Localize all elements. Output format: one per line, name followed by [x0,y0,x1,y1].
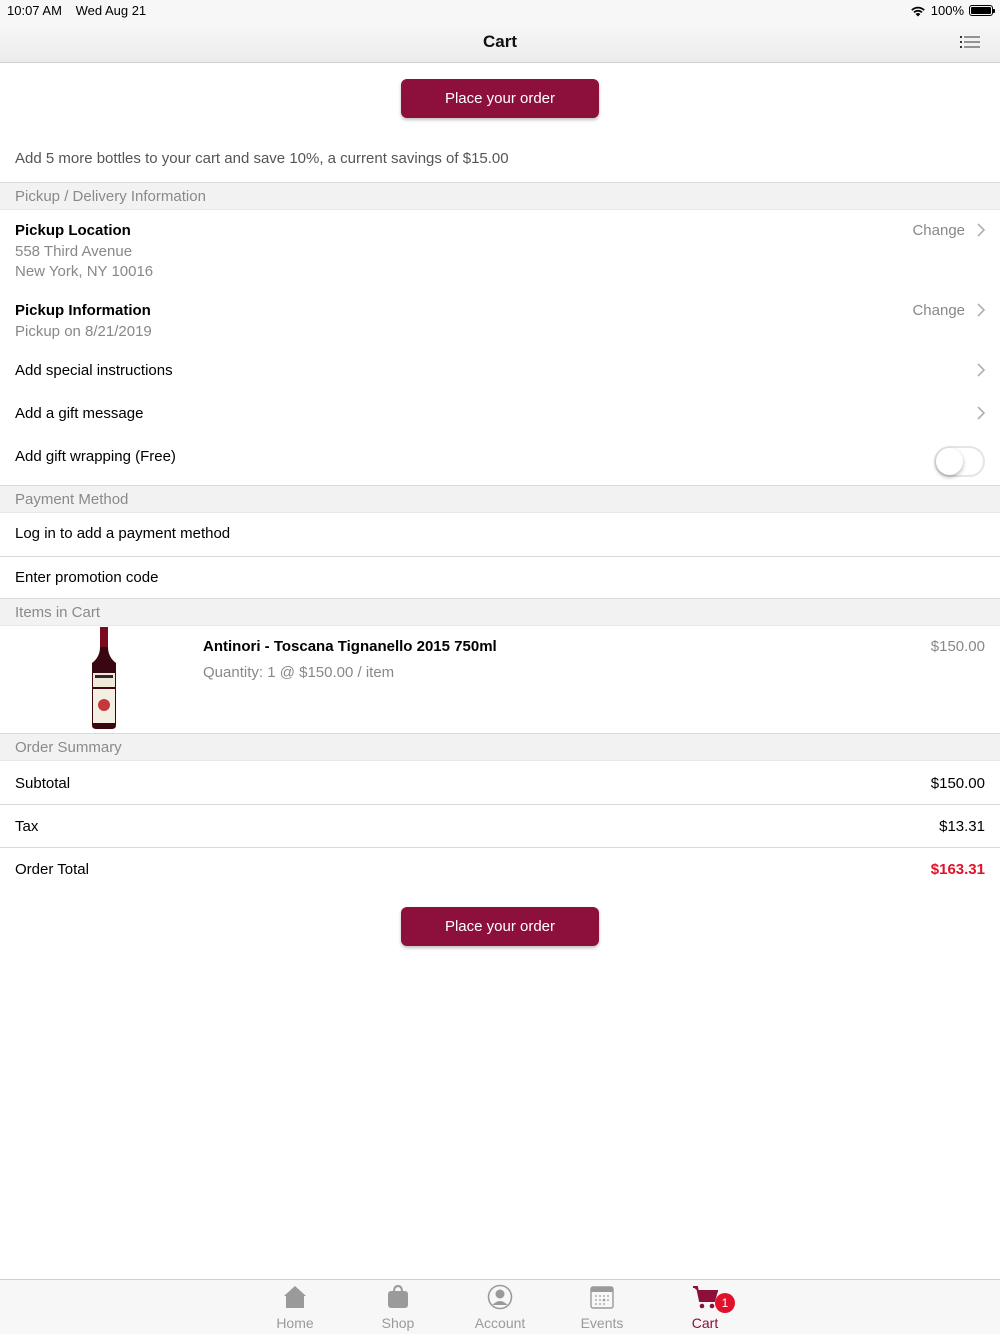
subtotal-value: $150.00 [930,775,985,792]
promotion-code-row[interactable]: Enter promotion code [15,569,158,586]
tab-label: Account [474,1315,526,1331]
place-order-button-bottom[interactable]: Place your order [401,907,599,946]
chevron-right-icon [977,303,986,317]
pickup-address-line1: 558 Third Avenue [15,243,133,260]
tab-label: Events [580,1315,624,1331]
change-pickup-info-button[interactable]: Change [912,302,965,319]
subtotal-label: Subtotal [15,775,71,792]
home-icon [284,1286,306,1308]
cart-item-quantity: Quantity: 1 @ $150.00 / item [203,664,395,681]
order-total-label: Order Total [15,861,89,878]
chevron-right-icon [977,406,986,420]
tab-label: Home [276,1315,314,1331]
battery-percent: 100% [930,3,964,18]
order-total-value: $163.31 [930,861,985,878]
change-location-button[interactable]: Change [912,222,965,239]
shopping-bag-icon [388,1284,408,1308]
special-instructions-label: Add special instructions [15,362,173,379]
tab-shop[interactable]: Shop [347,1280,449,1334]
place-order-button-top[interactable]: Place your order [401,79,599,118]
pickup-section-header: Pickup / Delivery Information [0,182,1000,210]
gift-wrapping-label: Add gift wrapping (Free) [15,448,176,465]
battery-icon [969,5,995,16]
divider [0,556,1000,557]
pickup-location-title: Pickup Location [15,222,131,239]
chevron-right-icon [977,223,986,237]
tab-bar: Home Shop Account Events 1 Cart [0,1279,1000,1334]
divider [0,847,1000,848]
nav-bar: Cart [0,20,1000,63]
payment-section-header: Payment Method [0,485,1000,513]
status-date: Wed Aug 21 [75,3,147,18]
tab-label: Shop [381,1315,415,1331]
page-title: Cart [482,32,517,51]
tab-label: Cart [691,1315,719,1331]
pickup-date: Pickup on 8/21/2019 [15,323,152,340]
cart-icon [693,1286,718,1309]
wifi-icon [910,6,925,16]
status-bar: 10:07 AM Wed Aug 21 100% [0,0,1000,20]
pickup-info-title: Pickup Information [15,302,151,319]
account-icon [487,1284,513,1310]
tab-cart[interactable]: 1 Cart [654,1280,756,1334]
summary-section-header: Order Summary [0,733,1000,761]
tax-value: $13.31 [939,818,985,835]
chevron-right-icon [977,363,986,377]
cart-item-name: Antinori - Toscana Tignanello 2015 750ml [203,638,497,655]
tax-label: Tax [15,818,39,835]
gift-message-label: Add a gift message [15,405,144,422]
cart-section-header: Items in Cart [0,598,1000,626]
status-time: 10:07 AM [7,3,62,18]
pickup-address-line2: New York, NY 10016 [15,263,154,280]
tab-events[interactable]: Events [551,1280,653,1334]
divider [0,804,1000,805]
list-icon[interactable] [960,35,980,49]
login-payment-row[interactable]: Log in to add a payment method [15,525,230,542]
gift-wrapping-toggle[interactable] [934,446,985,477]
tab-account[interactable]: Account [449,1280,551,1334]
bulk-savings-message: Add 5 more bottles to your cart and save… [15,150,509,167]
cart-item-price: $150.00 [930,638,985,655]
calendar-icon [590,1286,614,1309]
wine-bottle-image [92,627,116,729]
tab-home[interactable]: Home [244,1280,346,1334]
cart-badge: 1 [715,1293,735,1313]
